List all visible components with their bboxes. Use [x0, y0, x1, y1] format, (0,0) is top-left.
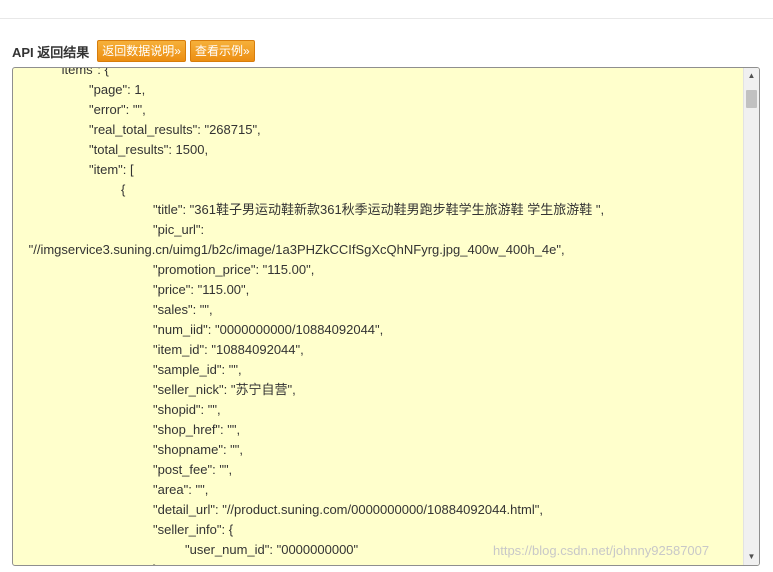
top-divider: [0, 18, 773, 19]
code-line: "seller_nick": "苏宁自营",: [153, 382, 296, 397]
api-result-textarea[interactable]: "items": { "page": 1, "error": "", "real_to…: [12, 67, 760, 566]
code-line: "seller_info": {: [153, 522, 234, 537]
code-line: "//imgservice3.suning.cn/uimg1/b2c/image…: [25, 242, 565, 257]
watermark-text: https://blog.csdn.net/johnny92587007: [493, 543, 710, 558]
scroll-down-arrow-icon[interactable]: ▼: [744, 549, 759, 565]
code-line: "shopid": "",: [153, 402, 221, 417]
code-line: }: [13, 560, 743, 565]
code-line: "item_id": "10884092044",: [153, 342, 304, 357]
return-data-doc-button[interactable]: 返回数据说明»: [97, 40, 186, 62]
code-line: {: [121, 182, 126, 197]
code-line: "error": "",: [89, 102, 146, 117]
code-line: "post_fee": "",: [153, 462, 233, 477]
code-line: "area": "",: [153, 482, 209, 497]
code-line: "promotion_price": "115.00",: [153, 262, 315, 277]
view-example-button[interactable]: 查看示例»: [189, 40, 255, 62]
code-line: "price": "115.00",: [153, 282, 250, 297]
code-line: "page": 1,: [89, 82, 146, 97]
code-line: "num_iid": "0000000000/10884092044",: [153, 322, 384, 337]
code-line: "sample_id": "",: [153, 362, 242, 377]
code-line: "sales": "",: [153, 302, 213, 317]
section-title: API 返回结果: [12, 44, 90, 60]
code-line: "item": [: [89, 162, 134, 177]
code-line: "real_total_results": "268715",: [89, 122, 261, 137]
scrollbar-thumb[interactable]: [746, 90, 757, 108]
code-line: "items": {: [57, 67, 109, 77]
api-result-header: API 返回结果 返回数据说明» 查看示例»: [12, 39, 255, 63]
code-line: "title": "361鞋子男运动鞋新款361秋季运动鞋男跑步鞋学生旅游鞋 学…: [153, 202, 605, 217]
code-line: "shopname": "",: [153, 442, 244, 457]
scroll-up-arrow-icon[interactable]: ▲: [744, 68, 759, 84]
vertical-scrollbar[interactable]: ▲ ▼: [743, 68, 759, 565]
code-line: "total_results": 1500,: [89, 142, 209, 157]
code-line: "detail_url": "//product.suning.com/0000…: [153, 502, 543, 517]
code-line: "shop_href": "",: [153, 422, 241, 437]
code-line: "pic_url":: [153, 222, 205, 237]
json-code-content: "items": { "page": 1, "error": "", "real_to…: [13, 67, 743, 565]
